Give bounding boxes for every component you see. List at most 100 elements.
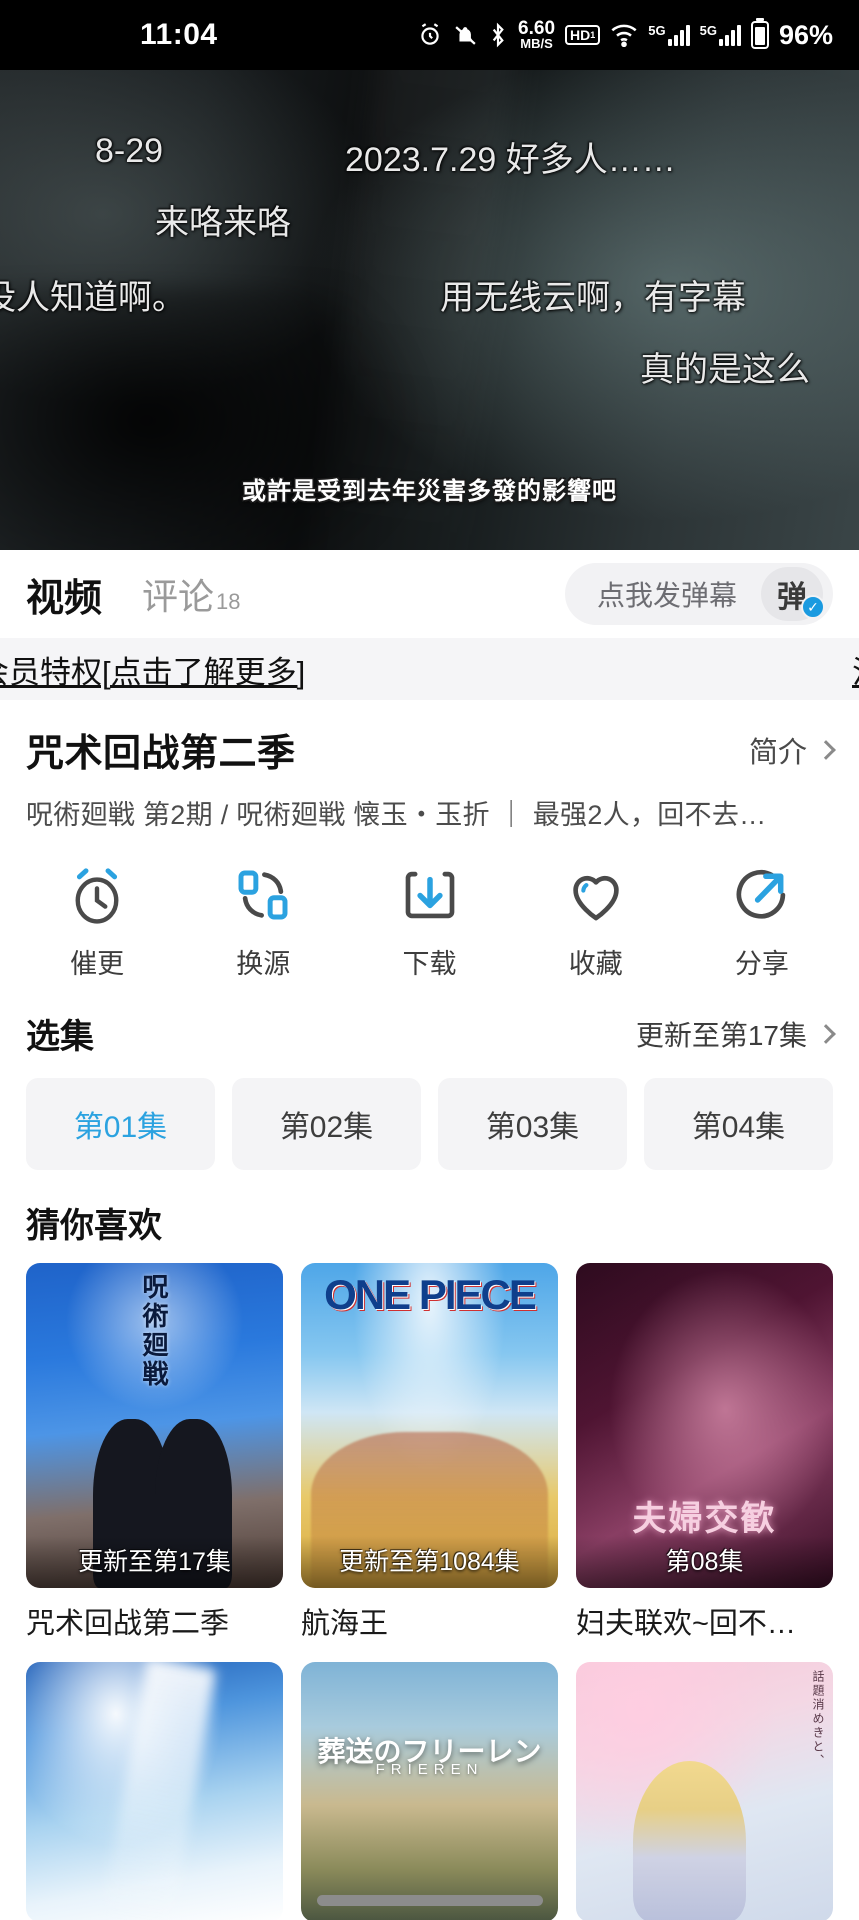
episode-item-1[interactable]: 第01集 (26, 1078, 215, 1170)
chevron-right-icon (816, 739, 836, 760)
poster-subtitle-overlay: FRIEREN (375, 1760, 484, 1778)
poster-image: 葬送のフリーレン FRIEREN (301, 1662, 558, 1920)
action-remind-update[interactable]: 催更 (14, 862, 180, 981)
poster-figure (632, 1760, 746, 1920)
status-icons: 6.60 MB/S HD 1 5G 5G 96% (417, 17, 833, 51)
content-tabs: 视频 评论 18 点我发弹幕 弹 ✓ (0, 550, 859, 638)
recommend-card[interactable]: 話題消めきと、 (576, 1662, 833, 1920)
status-bar: 11:04 6.60 MB/S HD 1 5G 5G 96% (0, 0, 859, 70)
action-switch-source[interactable]: 换源 (180, 862, 346, 981)
poster-image (26, 1662, 283, 1920)
recommend-card-title: 妇夫联欢~回不… (576, 1608, 796, 1640)
share-icon (729, 862, 795, 928)
battery-icon (750, 21, 769, 49)
danmaku-comment: 真的是这么 (640, 351, 810, 389)
member-promo-banner[interactable]: 会员特权[点击了解更多] 注 (0, 638, 859, 700)
episode-item-3[interactable]: 第03集 (438, 1078, 627, 1170)
action-row: 催更 换源 下载 收藏 分享 (0, 838, 859, 991)
action-label: 下载 (402, 949, 457, 979)
danmaku-comment: 2023.7.29 好多人…… (345, 141, 676, 179)
video-player[interactable]: 8-29 2023.7.29 好多人…… 来咯来咯 没人知道啊。 用无线云啊，有… (0, 70, 859, 550)
episode-badge: 更新至第1084集 (301, 1536, 558, 1588)
action-favorite[interactable]: 收藏 (513, 862, 679, 981)
danmaku-placeholder: 点我发弹幕 (597, 580, 738, 611)
recommend-grid-row2: 葬送のフリーレン FRIEREN 話題消めきと、 (0, 1642, 859, 1920)
home-indicator[interactable] (316, 1895, 543, 1906)
action-label: 分享 (734, 949, 789, 979)
episode-badge: 第08集 (576, 1536, 833, 1588)
alarm-icon (417, 22, 443, 48)
network-speed: 6.60 MB/S (518, 17, 556, 51)
download-icon (397, 862, 463, 928)
action-download[interactable]: 下载 (346, 862, 512, 981)
player-shadow (0, 286, 430, 550)
episode-item-4[interactable]: 第04集 (644, 1078, 833, 1170)
alarm-clock-icon (64, 862, 130, 928)
poster-image: 話題消めきと、 (576, 1662, 833, 1920)
episode-badge: 更新至第17集 (26, 1536, 283, 1588)
danmaku-comment: 8-29 (95, 132, 164, 170)
video-subtitle: 或許是受到去年災害多發的影響吧 (242, 478, 617, 505)
episode-label: 第04集 (691, 1111, 786, 1144)
danmaku-comment: 没人知道啊。 (0, 279, 186, 317)
poster-light-ray (101, 1662, 216, 1920)
episode-label: 第02集 (279, 1111, 374, 1144)
danmaku-toggle-button[interactable]: 弹 ✓ (761, 567, 826, 621)
poster-image: ONE PIECE 更新至第1084集 (301, 1263, 558, 1588)
poster-title-overlay: 夫婦交歓 (632, 1500, 777, 1538)
member-promo-text: 会员特权[点击了解更多] (0, 654, 306, 690)
intro-label: 简介 (748, 736, 807, 769)
tab-video-label: 视频 (26, 577, 103, 620)
episode-list: 第01集 第02集 第03集 第04集 (0, 1058, 859, 1170)
signal-icon-2: 5G (700, 24, 741, 46)
danmaku-comment: 来咯来咯 (155, 204, 291, 242)
app-screen: 11:04 6.60 MB/S HD 1 5G 5G 96% 8-29 2023… (0, 0, 859, 1920)
recommend-card-title: 咒术回战第二季 (26, 1608, 230, 1640)
signal-icon: 5G (648, 24, 690, 46)
tab-comments-label: 评论 (142, 576, 215, 617)
swap-source-icon (230, 862, 296, 928)
episode-label: 第01集 (73, 1111, 168, 1144)
wifi-icon (610, 23, 638, 47)
recommend-card[interactable]: 呪術廻戦 更新至第17集 咒术回战第二季 (26, 1263, 283, 1642)
action-label: 收藏 (568, 949, 623, 979)
bell-muted-icon (453, 23, 478, 48)
recommend-card[interactable]: ONE PIECE 更新至第1084集 航海王 (301, 1263, 558, 1642)
poster-image: 夫婦交歓 第08集 (576, 1263, 833, 1588)
episode-label: 第03集 (485, 1111, 580, 1144)
tab-video[interactable]: 视频 (26, 567, 102, 622)
poster-vertical-text: 話題消めきと、 (811, 1670, 825, 1768)
poster-title-overlay: 呪術廻戦 (139, 1273, 169, 1389)
tab-comments[interactable]: 评论 18 (142, 568, 241, 620)
episodes-header: 选集 更新至第17集 (0, 991, 859, 1058)
danmaku-input[interactable]: 点我发弹幕 弹 ✓ (565, 563, 833, 625)
poster-title-overlay: ONE PIECE (324, 1271, 537, 1318)
bluetooth-icon (488, 22, 508, 48)
member-promo-right-text: 注 (852, 647, 859, 692)
danmaku-comment: 用无线云啊，有字幕 (440, 279, 746, 317)
episode-item-2[interactable]: 第02集 (232, 1078, 421, 1170)
episodes-more-link[interactable]: 更新至第17集 (635, 1014, 836, 1054)
check-badge-icon: ✓ (801, 595, 826, 619)
recommend-title: 猜你喜欢 (26, 1207, 162, 1245)
action-label: 催更 (70, 949, 125, 979)
video-detail-header: 咒术回战第二季 简介 呪術廻戦 第2期 / 呪術廻戦 懐玉・玉折 ｜ 最强2人，… (0, 700, 859, 838)
recommend-card[interactable]: 葬送のフリーレン FRIEREN (301, 1662, 558, 1920)
recommend-card[interactable] (26, 1662, 283, 1920)
video-subtitle-meta: 呪術廻戦 第2期 / 呪術廻戦 懐玉・玉折 ｜ 最强2人，回不去… (26, 800, 767, 830)
recommend-card[interactable]: 夫婦交歓 第08集 妇夫联欢~回不… (576, 1263, 833, 1642)
recommend-grid-row1: 呪術廻戦 更新至第17集 咒术回战第二季 ONE PIECE 更新至第1084集… (0, 1247, 859, 1642)
poster-image: 呪術廻戦 更新至第17集 (26, 1263, 283, 1588)
intro-link[interactable]: 简介 (748, 729, 836, 771)
chevron-right-icon (816, 1023, 836, 1044)
tab-comments-count: 18 (216, 589, 241, 614)
hd-indicator: HD 1 (565, 25, 601, 45)
episodes-title: 选集 (26, 1018, 94, 1056)
battery-percent: 96% (778, 19, 833, 50)
action-share[interactable]: 分享 (679, 862, 845, 981)
status-time: 11:04 (140, 18, 218, 51)
heart-icon (563, 862, 629, 928)
episodes-update-label: 更新至第17集 (635, 1019, 807, 1051)
page-title: 咒术回战第二季 (26, 733, 296, 775)
action-label: 换源 (236, 949, 291, 979)
